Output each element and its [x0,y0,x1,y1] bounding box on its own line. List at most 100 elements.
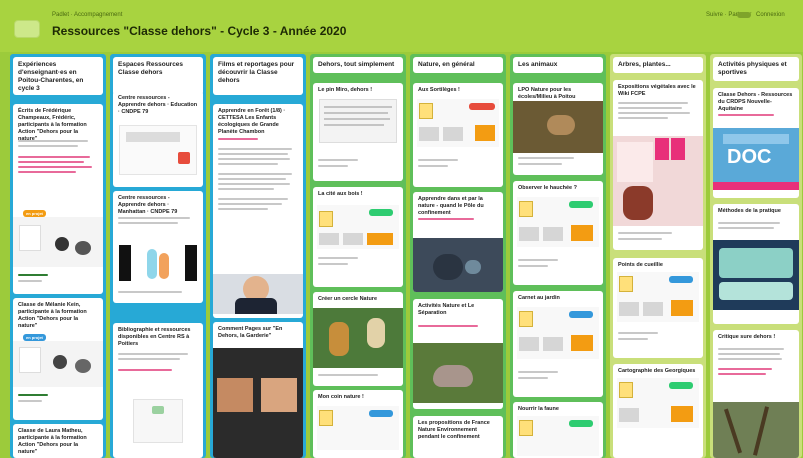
post-card[interactable]: Comment Pages sur "En Dehors, la Garderi… [213,322,303,458]
post-card[interactable]: Carnet au jardin [513,291,603,397]
column-header-nature[interactable]: Nature, en général [413,57,503,73]
post-card[interactable]: Nourrir la faune [513,402,603,458]
photo-detail [433,254,463,280]
preview-image[interactable] [713,240,799,310]
post-card[interactable]: Apprendre en Forêt (1/8) · CETTESA Les E… [213,104,303,318]
thumbnail-banner [723,134,789,144]
photo-detail [671,138,685,160]
breadcrumb[interactable]: Padlet · Accompagnement [52,12,122,18]
preview-image[interactable] [313,308,403,368]
post-card[interactable]: Créer un cercle Nature [313,292,403,386]
link-line[interactable] [118,369,172,371]
document-thumbnail [571,335,593,351]
post-card[interactable]: Expositions végétales avec le Wiki FCPE [613,80,703,250]
post-title: Aux Sortilèges ! [418,87,460,93]
preview-image[interactable] [517,197,599,247]
post-card[interactable]: LPO Nature pour les écoles/Milieu à Poit… [513,83,603,175]
post-card[interactable]: Critique sure dehors ! [713,330,799,458]
link-line[interactable] [718,114,774,116]
post-title: Classe de Laura Matheu, participante à l… [18,428,87,455]
post-title: Observer le hauchée ? [518,185,577,191]
link-line[interactable] [18,171,76,173]
preview-image[interactable] [713,402,799,458]
preview-image[interactable] [613,136,703,226]
post-title: Cartographie des Georgiques [618,368,696,374]
photo-detail [465,260,481,274]
link-line[interactable] [218,138,258,140]
dove-photo [433,365,473,387]
document-thumbnail [571,225,593,241]
preview-image[interactable] [413,343,503,403]
post-card[interactable]: Cartographie des Georgiques [613,364,703,458]
post-card[interactable]: Classe de Laura Matheu, participante à l… [13,424,103,458]
video-thumbnail[interactable] [213,348,303,458]
column-header-experiences[interactable]: Expériences d'enseignant·es en Poitou-Ch… [13,57,103,95]
link-line[interactable] [18,161,84,163]
document-thumbnail [475,125,495,141]
preview-image[interactable] [113,241,203,285]
post-card[interactable]: Aux Sortilèges ! [413,83,503,187]
post-card[interactable]: Points de cueillie [613,258,703,358]
post-card[interactable]: Activités Nature et Le Séparation [413,299,503,409]
figure-thumbnail [147,249,157,279]
text-line [718,353,780,355]
post-card[interactable]: Les propositions de France Nature Enviro… [413,416,503,458]
post-card[interactable]: Centre ressources - Apprendre dehors · M… [113,191,203,303]
post-title: Classe de Mélanie Kein, participante à l… [18,302,87,329]
column-header-activites[interactable]: Activités physiques et sportives [713,57,799,81]
link-line[interactable] [418,218,474,220]
document-thumbnail [619,302,639,316]
status-badge [569,201,593,208]
preview-image[interactable] [413,238,503,292]
preview-image[interactable] [417,99,499,147]
post-card[interactable]: Écrits de Frédérique Champeaux, Frédéric… [13,104,103,294]
preview-image[interactable] [513,101,603,153]
post-title: Créer un cercle Nature [318,296,377,302]
board-icon[interactable] [14,20,40,38]
post-card[interactable]: Bibliographie et ressources disponibles … [113,323,203,458]
login-link[interactable]: Connexion [756,12,785,18]
post-card[interactable]: Le pin Miro, dehors ! [313,83,403,181]
document-thumbnail [367,233,393,245]
link-line[interactable] [418,325,478,327]
photo-detail [617,142,653,182]
post-card[interactable]: Mon coin nature ! [313,390,403,458]
preview-image[interactable] [517,307,599,359]
photo-detail [623,186,653,220]
preview-image[interactable] [517,416,599,456]
video-frame [217,378,253,412]
post-card[interactable]: Classe de Mélanie Kein, participante à l… [13,298,103,420]
link-line[interactable] [18,156,90,158]
preview-image[interactable] [617,272,699,322]
column-header-dehors[interactable]: Dehors, tout simplement [313,57,403,73]
column-header-arbres[interactable]: Arbres, plantes... [613,57,703,73]
post-card[interactable]: Classe Dehors - Ressources du CRDPS Nouv… [713,88,799,198]
preview-image[interactable] [119,125,197,175]
column-header-animaux[interactable]: Les animaux [513,57,603,73]
preview-image[interactable] [213,274,303,314]
post-card[interactable]: Observer le hauchée ? [513,181,603,285]
preview-image[interactable] [617,378,699,428]
post-card[interactable]: Méthodes de la pratique [713,204,799,324]
column-header-espaces-ressources[interactable]: Espaces Ressources Classe dehors [113,57,203,95]
branch-detail [723,408,743,454]
text-line [718,358,782,360]
post-card[interactable]: Apprendre dans et par la nature - quand … [413,192,503,292]
link-line[interactable] [718,373,766,375]
meta-line [18,394,48,396]
toggle-icon[interactable] [737,12,751,18]
link-line[interactable] [18,166,92,168]
folder-icon [319,211,333,227]
preview-image[interactable] [13,341,103,387]
preview-image[interactable] [319,99,397,143]
post-card[interactable]: Centre ressources - Apprendre dehors · E… [113,91,203,187]
preview-image[interactable] [133,399,183,443]
preview-image[interactable] [317,205,399,249]
text-line [218,208,268,210]
preview-image[interactable] [317,406,399,450]
preview-image[interactable]: DOC [713,128,799,182]
link-line[interactable] [718,368,772,370]
post-card[interactable]: La cité aux bois ! [313,187,403,287]
preview-image[interactable] [13,217,103,267]
column-header-films[interactable]: Films et reportages pour découvrir la Cl… [213,57,303,95]
